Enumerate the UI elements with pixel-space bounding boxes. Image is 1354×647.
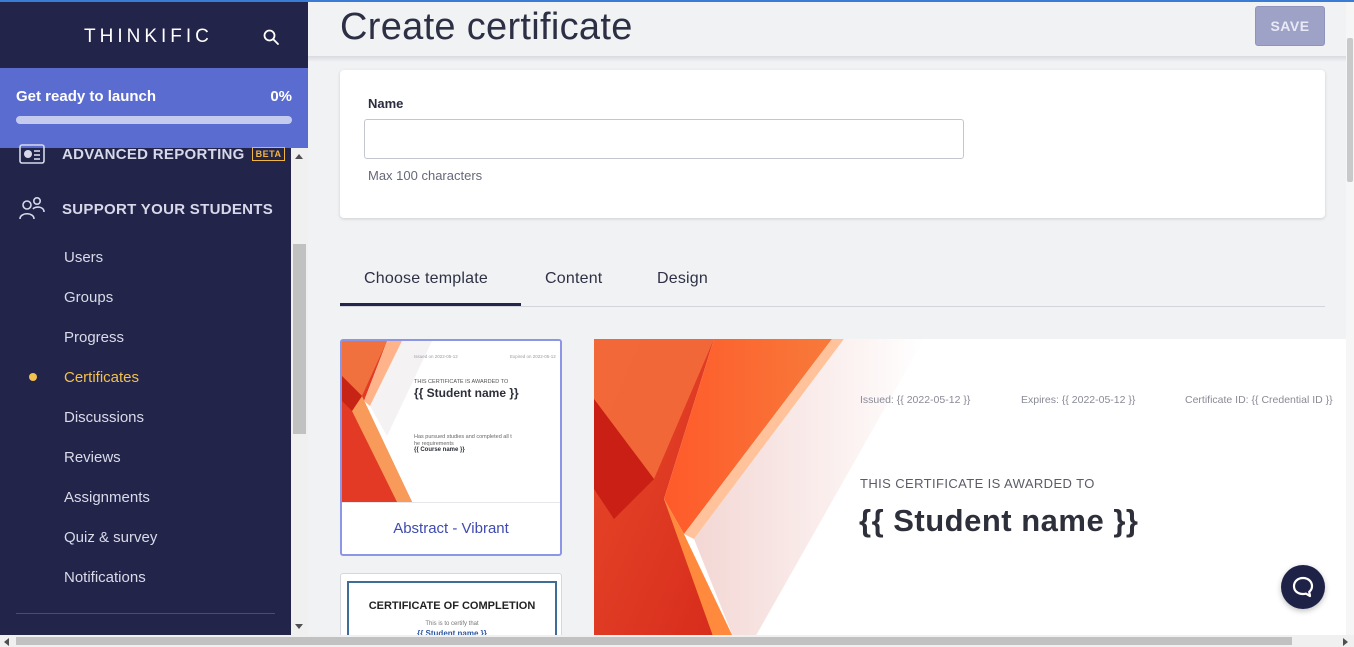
sidebar-item-notifications[interactable]: Notifications	[64, 569, 146, 586]
sidebar-item-groups[interactable]: Groups	[64, 289, 113, 306]
beta-badge: BETA	[251, 147, 286, 161]
template-card-abstract-vibrant[interactable]: Issued on 2022-05-12 Expired on 2022-05-…	[340, 339, 562, 556]
scroll-left-arrow-icon[interactable]	[4, 638, 9, 646]
sidebar-section-label: SUPPORT YOUR STUDENTS	[62, 200, 274, 218]
sidebar-item-users[interactable]: Users	[64, 249, 103, 266]
sidebar-item-reviews[interactable]: Reviews	[64, 449, 121, 466]
sidebar-section-support-students[interactable]: SUPPORT YOUR STUDENTS	[18, 195, 273, 223]
preview-credential: Certificate ID: {{ Credential ID }}	[1185, 394, 1333, 406]
chat-button[interactable]	[1281, 565, 1325, 609]
active-tab-underline	[340, 303, 521, 306]
save-button[interactable]: SAVE	[1255, 6, 1325, 46]
sidebar-item-discussions[interactable]: Discussions	[64, 409, 144, 426]
page-vertical-scrollbar-thumb[interactable]	[1347, 38, 1353, 182]
brand-logo[interactable]: THINKIFIC	[84, 26, 213, 48]
template-abstract-art	[342, 341, 432, 502]
tab-choose-template[interactable]: Choose template	[364, 270, 488, 288]
brand-header: THINKIFIC	[0, 2, 308, 68]
sidebar-item-progress[interactable]: Progress	[64, 329, 124, 346]
thumb-issued: Issued on 2022-05-12	[414, 354, 458, 359]
sidebar-section-advanced-reporting[interactable]: ADVANCED REPORTING BETA	[18, 140, 286, 168]
template-tabs: Choose template Content Design	[340, 256, 1325, 307]
top-accent-line	[0, 0, 1354, 2]
tab-content[interactable]: Content	[545, 270, 602, 288]
sidebar-item-assignments[interactable]: Assignments	[64, 489, 150, 506]
sidebar-section-label: ADVANCED REPORTING	[62, 145, 245, 163]
preview-expires: Expires: {{ 2022-05-12 }}	[1021, 394, 1136, 406]
sidebar-scrollbar[interactable]	[291, 148, 308, 635]
page-horizontal-scrollbar-thumb[interactable]	[16, 637, 1292, 645]
page-horizontal-scrollbar[interactable]	[0, 635, 1354, 647]
students-icon	[18, 195, 46, 223]
header-shadow	[308, 56, 1346, 62]
page-title: Create certificate	[340, 6, 633, 48]
thumb-pursued: Has pursued studies and completed all t	[414, 434, 512, 440]
thumb-course: {{ Course name }}	[414, 447, 465, 453]
sidebar-item-quiz-survey[interactable]: Quiz & survey	[64, 529, 157, 546]
launch-progress-panel[interactable]: Get ready to launch 0%	[0, 68, 308, 148]
search-icon[interactable]	[262, 28, 280, 46]
certificate-preview: Issued: {{ 2022-05-12 }} Expires: {{ 202…	[594, 339, 1349, 639]
preview-awarded: THIS CERTIFICATE IS AWARDED TO	[860, 476, 1095, 491]
thumb-expires: Expired on 2022-05-12	[510, 354, 556, 359]
launch-percent: 0%	[270, 88, 292, 105]
scroll-up-arrow-icon[interactable]	[295, 154, 303, 159]
page-vertical-scrollbar[interactable]	[1346, 2, 1354, 635]
preview-issued: Issued: {{ 2022-05-12 }}	[860, 394, 971, 406]
name-help-text: Max 100 characters	[368, 168, 483, 183]
report-icon	[18, 140, 46, 168]
active-indicator-dot	[29, 373, 37, 381]
preview-student-name: {{ Student name }}	[859, 503, 1139, 538]
launch-progress-bar	[16, 116, 292, 124]
chat-bubble-icon	[1292, 576, 1314, 598]
thumb-awarded: THIS CERTIFICATE IS AWARDED TO	[414, 379, 509, 385]
name-card: Name Max 100 characters	[340, 70, 1325, 218]
sidebar-scrollbar-thumb[interactable]	[293, 244, 306, 434]
sidebar-divider	[16, 613, 275, 614]
tab-design[interactable]: Design	[657, 270, 708, 288]
sidebar-nav: ADVANCED REPORTING BETA SUPPORT YOUR STU…	[0, 144, 291, 635]
template-2-subtitle: This is to certify that	[425, 621, 479, 627]
scroll-right-arrow-icon[interactable]	[1343, 638, 1348, 646]
sidebar-item-certificates[interactable]: Certificates	[64, 369, 139, 386]
thumb-student: {{ Student name }}	[414, 386, 519, 400]
name-label: Name	[368, 96, 404, 111]
launch-label: Get ready to launch	[16, 88, 157, 105]
name-input[interactable]	[364, 119, 964, 159]
sidebar: THINKIFIC Get ready to launch 0% ADVANCE…	[0, 0, 308, 647]
template-thumbnail: Issued on 2022-05-12 Expired on 2022-05-…	[342, 341, 560, 502]
template-label: Abstract - Vibrant	[342, 502, 560, 554]
template-2-title: CERTIFICATE OF COMPLETION	[368, 600, 536, 612]
scroll-down-arrow-icon[interactable]	[295, 624, 303, 629]
